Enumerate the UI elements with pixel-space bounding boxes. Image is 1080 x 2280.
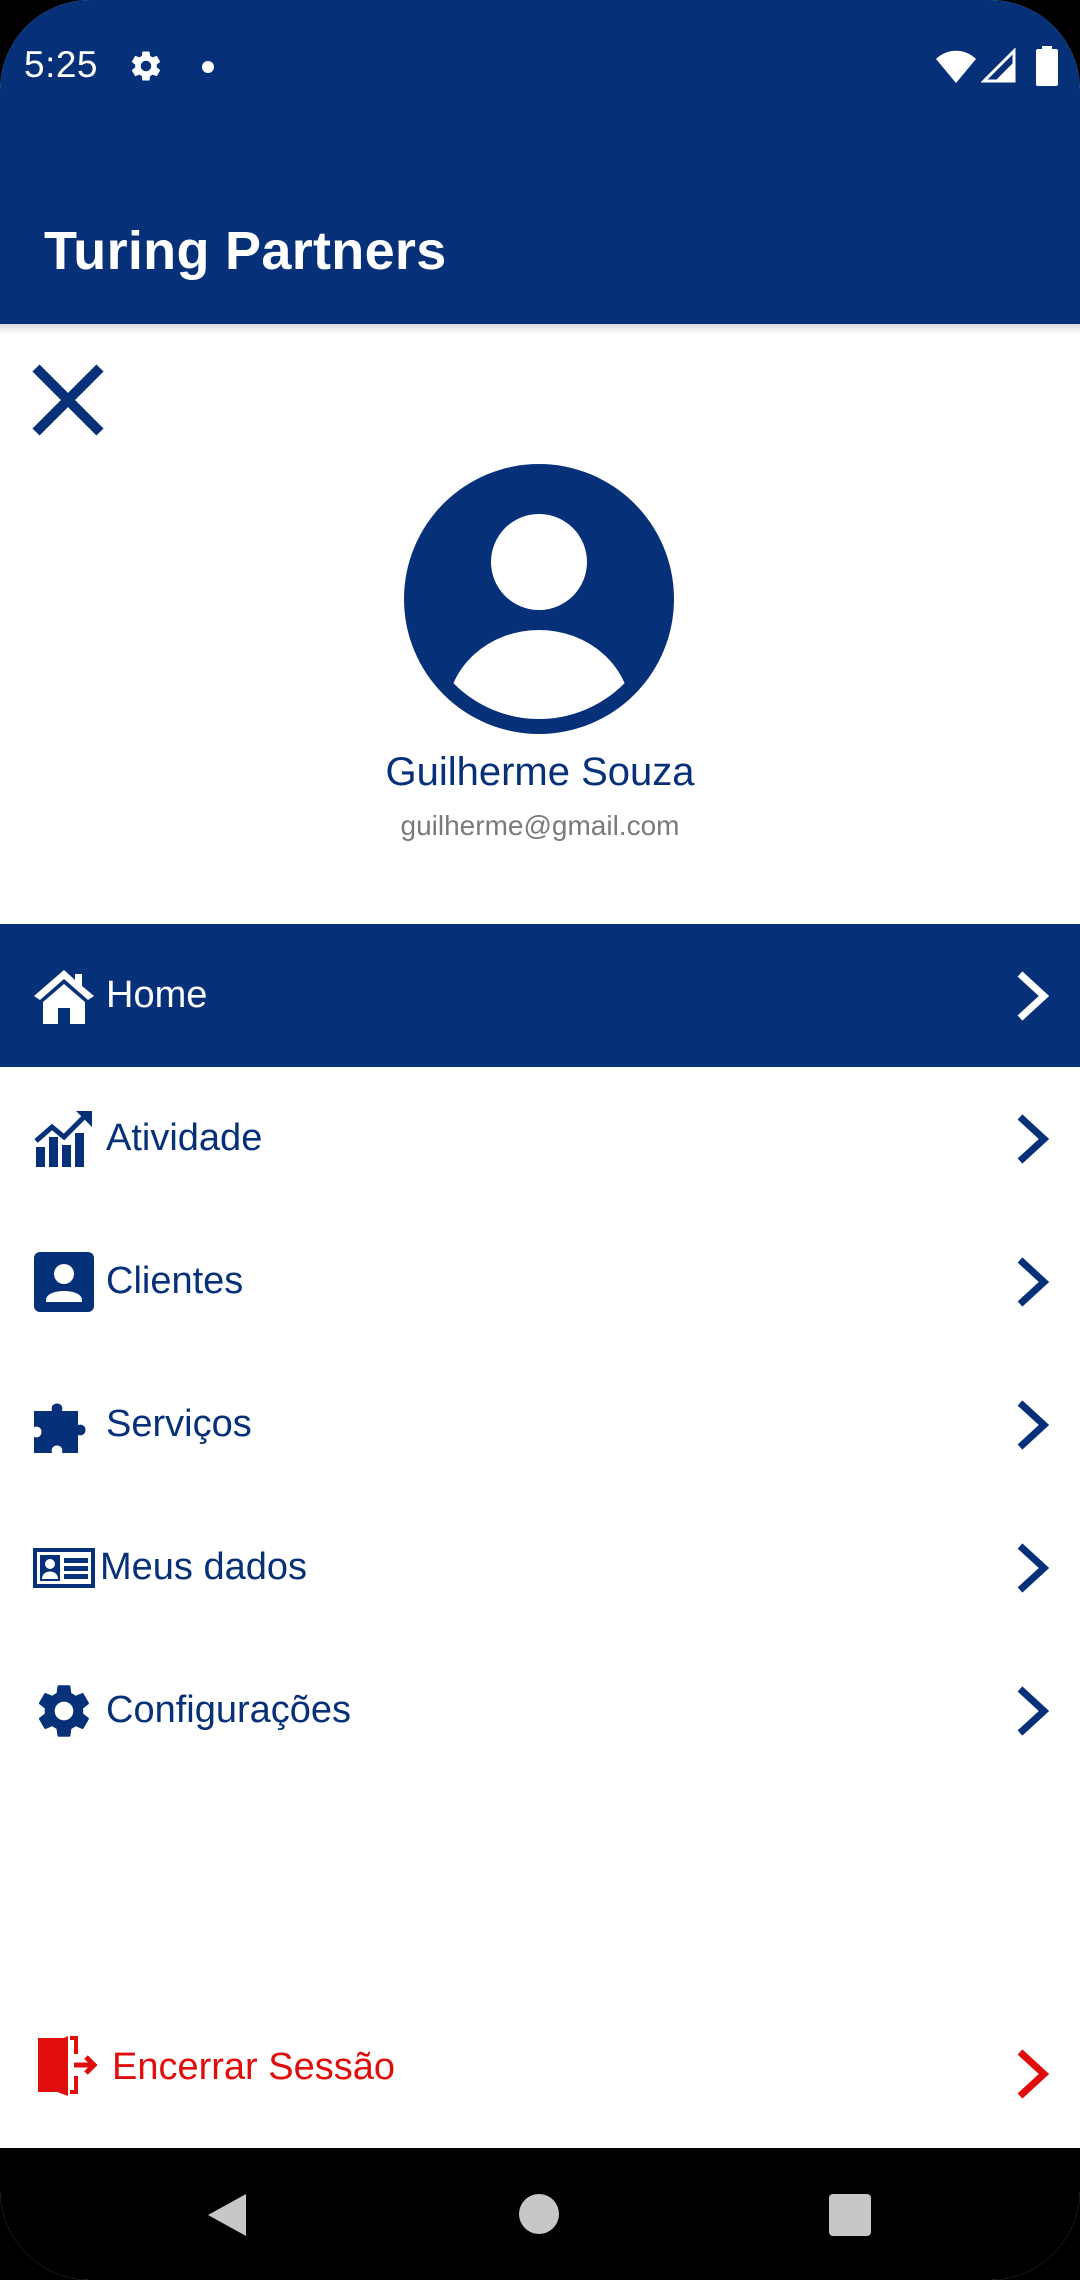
drawer-menu: Home Atividade Clientes Serviços Meus da… [0,924,1080,1782]
menu-item-atividade[interactable]: Atividade [0,1067,1080,1210]
menu-item-label: Clientes [106,1260,244,1302]
header-shadow [0,324,1080,334]
menu-item-configuracoes[interactable]: Configurações [0,1639,1080,1782]
chevron-right-icon [1017,1686,1050,1736]
close-icon[interactable] [30,362,106,438]
home-icon [34,970,94,1024]
chevron-right-icon [1017,971,1050,1021]
chevron-right-icon [1017,1114,1050,1164]
recents-square-icon[interactable] [829,2194,871,2236]
user-name: Guilherme Souza [385,750,695,794]
app-header: 5:25 Turing Partners [0,0,1080,324]
signal-icon [981,48,1016,83]
menu-item-label: Configurações [106,1689,352,1731]
user-email: guilherme@gmail.com [400,810,680,841]
gear-icon [38,1685,89,1737]
app-title: Turing Partners [44,221,447,281]
chevron-right-icon [1017,1257,1050,1307]
puzzle-icon [34,1403,86,1453]
account-circle-icon [404,464,674,734]
menu-item-label: Atividade [106,1117,263,1159]
battery-icon [1036,46,1058,86]
logout-button[interactable]: Encerrar Sessão [0,2000,1080,2140]
notification-dot [202,61,214,73]
chevron-right-icon [1017,1400,1050,1450]
home-circle-icon[interactable] [519,2194,559,2234]
status-time: 5:25 [24,44,99,85]
id-card-icon [33,1548,95,1588]
menu-item-meus-dados[interactable]: Meus dados [0,1496,1080,1639]
menu-item-servicos[interactable]: Serviços [0,1353,1080,1496]
logout-door-icon [38,2036,98,2096]
status-bar: 5:25 [0,0,1080,135]
contact-icon [34,1252,94,1312]
menu-item-home[interactable]: Home [0,924,1080,1067]
system-nav-bar [0,2148,1080,2280]
back-icon[interactable] [206,2192,248,2238]
logout-label: Encerrar Sessão [112,2046,396,2088]
chevron-right-icon [1017,1543,1050,1593]
app-screen: 5:25 Turing Partners Guilherme Souza gui… [0,0,1080,2280]
menu-item-label: Serviços [106,1403,252,1445]
settings-icon [131,51,161,81]
chart-line-icon [34,1111,92,1167]
menu-item-label: Home [106,974,208,1016]
menu-item-clientes[interactable]: Clientes [0,1210,1080,1353]
chevron-right-icon [1017,2049,1050,2099]
menu-item-label: Meus dados [100,1546,308,1588]
wifi-icon [936,50,976,83]
